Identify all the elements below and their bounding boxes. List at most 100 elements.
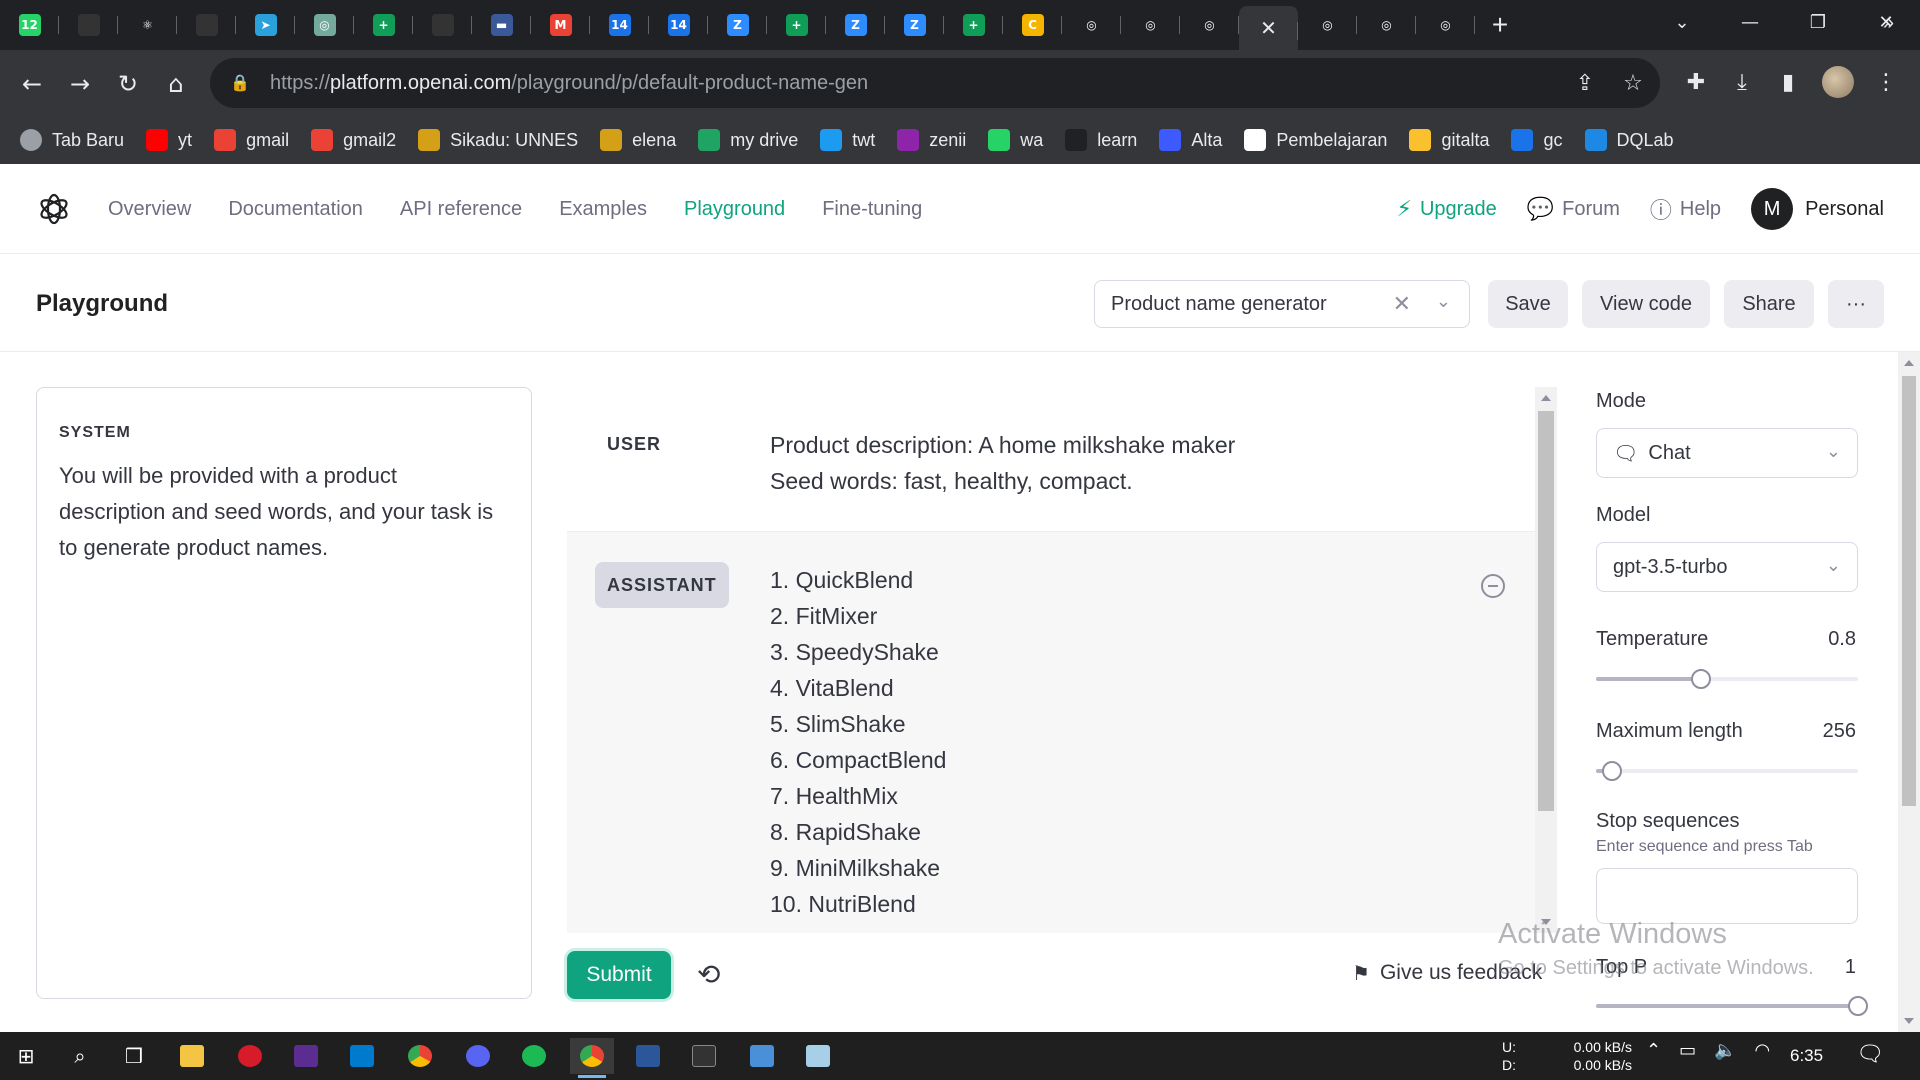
task-view-icon[interactable]: ❒ <box>112 1038 156 1074</box>
system-message-panel[interactable]: SYSTEM You will be provided with a produ… <box>36 387 532 999</box>
stop-sequences-input[interactable] <box>1596 868 1858 924</box>
system-text[interactable]: You will be provided with a product desc… <box>59 458 509 566</box>
nav-fine-tuning[interactable]: Fine-tuning <box>822 198 922 221</box>
browser-tab[interactable]: ⚛ <box>118 0 177 50</box>
share-page-icon[interactable]: ⇪ <box>1568 71 1602 96</box>
browser-tab[interactable]: 12 <box>0 0 59 50</box>
slider-handle[interactable] <box>1848 996 1868 1016</box>
slider-handle[interactable] <box>1601 761 1622 781</box>
nav-playground[interactable]: Playground <box>684 198 785 221</box>
chrome-active-icon[interactable] <box>570 1038 614 1078</box>
opera-icon[interactable] <box>228 1038 272 1074</box>
chrome-menu-icon[interactable]: ⋮ <box>1866 62 1906 102</box>
battery-icon[interactable]: ▭ <box>1679 1040 1696 1061</box>
bookmark-item[interactable]: gmail <box>214 129 289 151</box>
bookmark-item[interactable]: DQLab <box>1584 129 1674 151</box>
browser-tab[interactable]: ▬ <box>472 0 531 50</box>
scroll-down-icon[interactable] <box>1904 1018 1914 1024</box>
browser-tab[interactable]: ◎ <box>1180 0 1239 50</box>
browser-tab[interactable]: ◎ <box>1062 0 1121 50</box>
search-icon[interactable]: ⌕ <box>58 1038 102 1074</box>
bookmark-item[interactable]: gc <box>1511 129 1563 151</box>
chevron-up-icon[interactable]: ⌃ <box>1646 1040 1661 1061</box>
bookmark-item[interactable]: Tab Baru <box>20 129 124 151</box>
visual-studio-icon[interactable] <box>284 1038 328 1074</box>
browser-tab[interactable]: ◎ <box>1416 0 1475 50</box>
browser-tab[interactable] <box>413 0 472 50</box>
help-link[interactable]: ⓘ Help <box>1650 193 1721 225</box>
max-length-slider[interactable] <box>1596 761 1858 781</box>
share-button[interactable]: Share <box>1724 280 1814 328</box>
browser-tab[interactable]: ✕ <box>1239 6 1298 50</box>
history-icon[interactable]: ⟲ <box>697 958 731 992</box>
nav-overview[interactable]: Overview <box>108 198 191 221</box>
photos-icon[interactable] <box>740 1038 784 1074</box>
browser-tab[interactable]: C <box>1003 0 1062 50</box>
restore-button[interactable]: ❐ <box>1784 0 1852 44</box>
view-code-button[interactable]: View code <box>1582 280 1710 328</box>
chevron-down-icon[interactable]: ⌄ <box>1436 291 1451 312</box>
side-panel-icon[interactable]: ▮ <box>1768 62 1808 102</box>
scrollbar-thumb[interactable] <box>1538 411 1554 811</box>
forum-link[interactable]: 💬 Forum <box>1527 197 1620 222</box>
browser-tab[interactable]: + <box>767 0 826 50</box>
download-icon[interactable]: ⤓ <box>1722 62 1762 102</box>
browser-tab[interactable]: ◎ <box>1357 0 1416 50</box>
reload-button[interactable]: ↻ <box>110 66 146 102</box>
notification-icon[interactable]: 🗨 <box>1856 1042 1884 1067</box>
bookmark-item[interactable]: gitalta <box>1409 129 1489 151</box>
file-explorer-icon[interactable] <box>170 1038 214 1074</box>
user-message-text[interactable]: Product description: A home milkshake ma… <box>770 427 1235 499</box>
browser-tab[interactable]: ◎ <box>295 0 354 50</box>
browser-tab[interactable]: + <box>944 0 1003 50</box>
scroll-down-icon[interactable] <box>1541 919 1551 925</box>
home-button[interactable]: ⌂ <box>158 66 194 102</box>
nav-api-reference[interactable]: API reference <box>400 198 522 221</box>
browser-tab[interactable]: ◎ <box>1121 0 1180 50</box>
browser-tab[interactable]: Z <box>826 0 885 50</box>
browser-tab[interactable]: 14 <box>649 0 708 50</box>
windows-start-icon[interactable]: ⊞ <box>4 1038 48 1074</box>
browser-tab[interactable]: ◎ <box>1298 0 1357 50</box>
lock-icon[interactable]: 🔒 <box>230 73 254 93</box>
browser-tab[interactable]: Z <box>708 0 767 50</box>
terminal-icon[interactable] <box>682 1038 726 1074</box>
wifi-icon[interactable]: ◠ <box>1755 1040 1771 1061</box>
scroll-up-icon[interactable] <box>1541 395 1551 401</box>
model-select[interactable]: gpt-3.5-turbo ⌄ <box>1596 542 1858 592</box>
bookmark-item[interactable]: my drive <box>698 129 798 151</box>
browser-tab[interactable]: ➤ <box>236 0 295 50</box>
assistant-message-text[interactable]: 1. QuickBlend 2. FitMixer 3. SpeedyShake 4.… <box>770 562 946 922</box>
extensions-icon[interactable]: ✚ <box>1676 62 1716 102</box>
bookmark-item[interactable]: Sikadu: UNNES <box>418 129 578 151</box>
browser-tab[interactable] <box>59 0 118 50</box>
browser-tab[interactable] <box>177 0 236 50</box>
remove-message-icon[interactable] <box>1481 574 1505 598</box>
top-p-value[interactable]: 1 <box>1845 956 1856 979</box>
bookmarks-overflow-icon[interactable]: » <box>1883 12 1894 35</box>
clear-preset-icon[interactable]: ✕ <box>1393 291 1411 317</box>
bookmark-item[interactable]: zenii <box>897 129 966 151</box>
vscode-icon[interactable] <box>340 1038 384 1074</box>
preset-select[interactable]: Product name generator ✕ ⌄ <box>1094 280 1470 328</box>
messages-scrollbar[interactable] <box>1535 387 1557 933</box>
bookmark-item[interactable]: yt <box>146 129 192 151</box>
notes-icon[interactable] <box>796 1038 840 1074</box>
browser-tab[interactable]: M <box>531 0 590 50</box>
feedback-link[interactable]: ⚑ Give us feedback <box>1352 961 1542 985</box>
browser-tab[interactable]: + <box>354 0 413 50</box>
forward-button[interactable]: → <box>62 66 98 102</box>
nav-examples[interactable]: Examples <box>559 198 647 221</box>
bookmark-item[interactable]: Alta <box>1159 129 1222 151</box>
top-p-slider[interactable] <box>1596 996 1868 1016</box>
save-button[interactable]: Save <box>1488 280 1568 328</box>
bookmark-item[interactable]: wa <box>988 129 1043 151</box>
bookmark-item[interactable]: gmail2 <box>311 129 396 151</box>
slider-handle[interactable] <box>1690 669 1711 689</box>
profile-avatar[interactable] <box>1818 62 1858 102</box>
temperature-value[interactable]: 0.8 <box>1828 628 1856 651</box>
assistant-role-button[interactable]: ASSISTANT <box>595 562 729 608</box>
more-options-button[interactable]: ··· <box>1828 280 1884 328</box>
nav-documentation[interactable]: Documentation <box>228 198 363 221</box>
openai-logo-icon[interactable] <box>36 191 72 227</box>
